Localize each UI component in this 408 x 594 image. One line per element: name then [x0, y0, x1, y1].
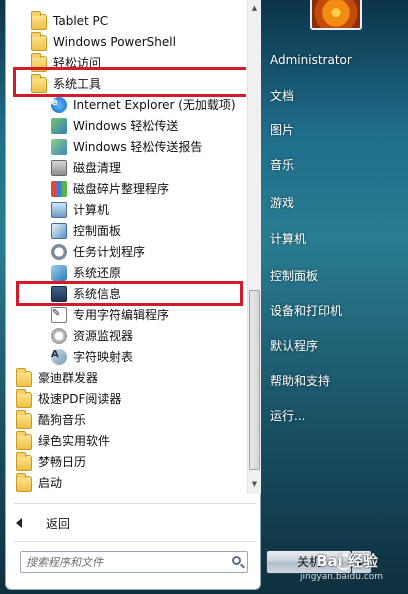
program-item[interactable]: Windows 轻松传送报告 [51, 136, 202, 157]
folder-icon [31, 10, 47, 30]
program-label: 绿色实用软件 [38, 434, 111, 448]
easy-transfer-report-icon [51, 138, 67, 155]
scrollbar[interactable]: ▲ ▼ [247, 0, 261, 494]
program-label: 任务计划程序 [73, 245, 146, 259]
right-item-pictures[interactable]: 图片 [270, 117, 395, 143]
program-item[interactable]: Windows PowerShell [31, 31, 176, 52]
program-label: 启动 [38, 476, 63, 490]
back-button[interactable]: 返回 [16, 512, 70, 534]
program-item[interactable]: 绿色实用软件 [16, 430, 110, 451]
internet-explorer-icon: e [51, 96, 67, 113]
program-label: 字符映射表 [73, 350, 134, 364]
program-label: 系统信息 [73, 287, 122, 301]
programs-panel: Tablet PC Windows PowerShell 轻松访问 系统工具 e… [5, 0, 261, 590]
program-item[interactable]: 豪迪群发器 [16, 367, 98, 388]
program-item[interactable]: 酷狗音乐 [16, 409, 86, 430]
program-label: 计算机 [73, 203, 110, 217]
folder-icon [16, 451, 32, 471]
program-item[interactable]: 极速PDF阅读器 [16, 388, 121, 409]
program-item[interactable]: Windows 轻松传送 [51, 115, 178, 136]
user-avatar[interactable] [310, 0, 362, 30]
program-label: 控制面板 [73, 224, 122, 238]
control-panel-icon [51, 222, 67, 239]
disk-cleanup-icon [51, 159, 67, 176]
program-item[interactable]: Tablet PC [31, 10, 108, 31]
program-label: Internet Explorer (无加载项) [73, 98, 236, 112]
program-label: 系统工具 [53, 77, 102, 91]
back-arrow-icon [16, 518, 22, 528]
program-item[interactable]: 计算机 [51, 199, 109, 220]
right-item-documents[interactable]: 文档 [270, 83, 395, 109]
program-item[interactable]: A 字符映射表 [51, 346, 133, 367]
program-label: Tablet PC [53, 13, 109, 28]
program-item[interactable]: ✎ 专用字符编辑程序 [51, 304, 169, 325]
program-label: 专用字符编辑程序 [73, 308, 170, 322]
program-label: 资源监视器 [73, 329, 134, 343]
program-label: 豪迪群发器 [38, 371, 99, 385]
program-label: 系统还原 [73, 266, 122, 280]
char-editor-icon: ✎ [51, 306, 67, 323]
folder-icon [16, 388, 32, 408]
search-box[interactable] [20, 551, 248, 573]
folder-icon [16, 472, 32, 492]
watermark-main: Bai 经验 [316, 552, 378, 570]
scroll-thumb[interactable] [249, 290, 260, 470]
right-item-control-panel[interactable]: 控制面板 [270, 263, 395, 289]
program-item[interactable]: 任务计划程序 [51, 241, 145, 262]
computer-icon [51, 201, 67, 218]
system-restore-icon [51, 264, 67, 281]
program-item[interactable]: 控制面板 [51, 220, 121, 241]
resource-monitor-icon [51, 327, 67, 344]
right-item-music[interactable]: 音乐 [270, 152, 395, 178]
right-item-games[interactable]: 游戏 [270, 190, 395, 216]
back-label: 返回 [46, 516, 71, 531]
program-label: 磁盘碎片整理程序 [73, 182, 170, 196]
program-label: 极速PDF阅读器 [38, 392, 122, 406]
program-item[interactable]: 系统还原 [51, 262, 121, 283]
right-item-default-programs[interactable]: 默认程序 [270, 333, 395, 359]
program-list: Tablet PC Windows PowerShell 轻松访问 系统工具 e… [6, 0, 246, 494]
search-icon[interactable] [232, 556, 241, 565]
folder-icon [16, 430, 32, 450]
program-item[interactable]: 磁盘清理 [51, 157, 121, 178]
baidu-watermark: Bai 经验 jingyan.baidu.com [292, 548, 408, 594]
program-label: Windows 轻松传送 [73, 119, 179, 133]
program-label: 酷狗音乐 [38, 413, 87, 427]
folder-icon [31, 73, 47, 93]
system-info-icon [51, 285, 67, 302]
folder-icon [31, 52, 47, 72]
folder-icon [16, 367, 32, 387]
divider [14, 503, 256, 504]
search-input[interactable] [21, 552, 226, 572]
divider [14, 541, 256, 542]
program-item[interactable]: 启动 [16, 472, 62, 493]
task-scheduler-icon [51, 243, 67, 260]
folder-icon [31, 31, 47, 51]
program-item-system-tools[interactable]: 系统工具 [31, 73, 101, 94]
easy-transfer-icon [51, 117, 67, 134]
program-item[interactable]: 梦畅日历 [16, 451, 86, 472]
program-item[interactable]: e Internet Explorer (无加载项) [51, 94, 236, 115]
right-item-computer[interactable]: 计算机 [270, 226, 395, 252]
folder-icon [16, 409, 32, 429]
right-item-administrator[interactable]: Administrator [270, 47, 395, 73]
program-label: 磁盘清理 [73, 161, 122, 175]
character-map-icon: A [51, 348, 67, 365]
right-item-devices-printers[interactable]: 设备和打印机 [270, 298, 395, 324]
program-item-system-info[interactable]: 系统信息 [51, 283, 121, 304]
program-item[interactable]: 资源监视器 [51, 325, 133, 346]
right-item-help-support[interactable]: 帮助和支持 [270, 368, 395, 394]
defragmenter-icon [51, 180, 67, 197]
program-item[interactable]: 磁盘碎片整理程序 [51, 178, 169, 199]
watermark-sub: jingyan.baidu.com [300, 572, 384, 582]
program-label: Windows 轻松传送报告 [73, 140, 203, 154]
right-item-run[interactable]: 运行... [270, 403, 395, 429]
scroll-down-arrow-icon[interactable]: ▼ [248, 478, 261, 490]
program-label: Windows PowerShell [53, 34, 176, 49]
program-label: 梦畅日历 [38, 455, 87, 469]
program-label: 轻松访问 [53, 56, 102, 70]
program-item[interactable]: 轻松访问 [31, 52, 101, 73]
scroll-up-arrow-icon[interactable]: ▲ [248, 2, 261, 14]
